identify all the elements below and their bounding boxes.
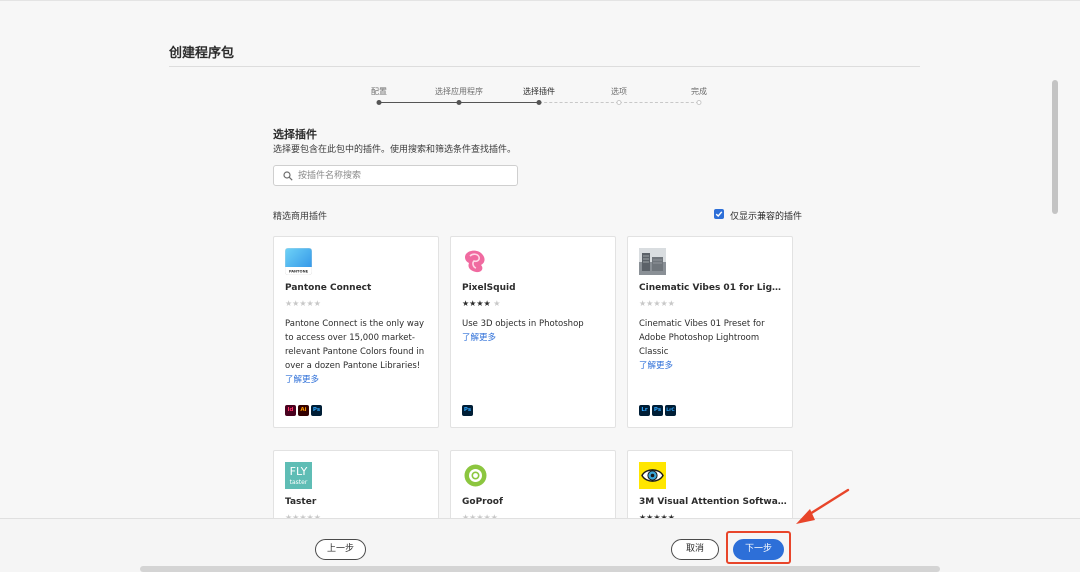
- pantone-logo-icon: PANTONE: [285, 248, 312, 275]
- fly-logo-text: FLY: [290, 465, 308, 478]
- plugin-card-cinematic-vibes[interactable]: Cinematic Vibes 01 for Lightr... ★★★★★ C…: [627, 236, 793, 428]
- featured-plugins-label: 精选商用插件: [273, 212, 328, 222]
- step-connector: [619, 102, 699, 103]
- plugin-description-text: Pantone Connect is the only way to acces…: [285, 319, 425, 371]
- learn-more-link[interactable]: 了解更多: [639, 359, 789, 373]
- learn-more-link[interactable]: 了解更多: [462, 331, 612, 345]
- indesign-icon: Id: [285, 405, 296, 416]
- step-label-config: 配置: [371, 87, 387, 96]
- annotation-arrow-icon: [796, 488, 850, 524]
- footer-shadow: [140, 566, 940, 572]
- compatible-only-label[interactable]: 仅显示兼容的插件: [730, 209, 802, 222]
- checkmark-icon: [715, 211, 723, 218]
- lightroom-classic-icon: LrC: [665, 405, 676, 416]
- step-connector: [379, 102, 459, 103]
- title-divider: [169, 66, 920, 67]
- fly-taster-logo-icon: FLY taster: [285, 462, 312, 489]
- step-label-options: 选项: [611, 87, 627, 96]
- plugin-name: 3M Visual Attention Software ...: [639, 497, 787, 507]
- plugin-name: Pantone Connect: [285, 283, 372, 293]
- illustrator-icon: Ai: [298, 405, 309, 416]
- rating-stars: ★★★★★: [285, 299, 321, 308]
- lightroom-icon: Lr: [639, 405, 650, 416]
- progress-stepper: 配置 选择应用程序 选择插件 选项 完成: [360, 86, 720, 110]
- photoshop-icon: Ps: [462, 405, 473, 416]
- plugin-description: Cinematic Vibes 01 Preset for Adobe Phot…: [639, 317, 789, 373]
- photoshop-icon: Ps: [652, 405, 663, 416]
- cinematic-vibes-thumbnail-icon: [639, 248, 666, 275]
- plugin-description: Pantone Connect is the only way to acces…: [285, 317, 435, 387]
- footer-bar: [0, 518, 1080, 572]
- plugin-description: Use 3D objects in Photoshop 了解更多: [462, 317, 612, 345]
- taster-logo-subtext: taster: [290, 479, 308, 486]
- photoshop-icon: Ps: [311, 405, 322, 416]
- search-icon: [283, 171, 293, 181]
- step-connector: [539, 102, 619, 103]
- vertical-scrollbar[interactable]: [1052, 80, 1058, 214]
- page-title: 创建程序包: [169, 46, 235, 61]
- annotation-highlight-box: [726, 531, 791, 564]
- supported-apps: Ps: [462, 405, 473, 416]
- rating-stars: ★★★★★: [639, 299, 675, 308]
- plugin-name: PixelSquid: [462, 283, 516, 293]
- supported-apps: Id Ai Ps: [285, 405, 322, 416]
- step-dot-finish: [696, 100, 702, 105]
- plugin-name: Cinematic Vibes 01 for Lightr...: [639, 283, 787, 293]
- plugin-card-pixelsquid[interactable]: PixelSquid ★★★★ ★ Use 3D objects in Phot…: [450, 236, 616, 428]
- window-top-border: [0, 0, 1080, 1]
- step-label-select-plugins: 选择插件: [523, 87, 555, 96]
- supported-apps: Lr Ps LrC: [639, 405, 676, 416]
- compatible-only-checkbox[interactable]: [714, 209, 724, 219]
- plugin-card-pantone[interactable]: PANTONE Pantone Connect ★★★★★ Pantone Co…: [273, 236, 439, 428]
- plugin-description-text: Cinematic Vibes 01 Preset for Adobe Phot…: [639, 319, 765, 357]
- step-label-select-apps: 选择应用程序: [435, 87, 483, 96]
- back-button[interactable]: 上一步: [315, 539, 366, 560]
- step-dot-select-apps: [456, 100, 462, 105]
- search-box[interactable]: [273, 165, 518, 186]
- step-label-finish: 完成: [691, 87, 707, 96]
- plugin-name: Taster: [285, 497, 317, 507]
- goproof-logo-icon: [464, 464, 487, 487]
- search-input[interactable]: [298, 168, 513, 183]
- step-dot-select-plugins: [536, 100, 542, 105]
- cancel-button[interactable]: 取消: [671, 539, 719, 560]
- plugin-description-text: Use 3D objects in Photoshop: [462, 319, 584, 329]
- plugin-name: GoProof: [462, 497, 503, 507]
- learn-more-link[interactable]: 了解更多: [285, 373, 435, 387]
- eye-logo-icon: [639, 462, 666, 489]
- step-dot-options: [616, 100, 622, 105]
- section-description: 选择要包含在此包中的插件。使用搜索和筛选条件查找插件。: [273, 145, 517, 155]
- step-connector: [459, 102, 539, 103]
- rating-stars: ★★★★ ★: [462, 299, 501, 308]
- pantone-logo-text: PANTONE: [289, 270, 309, 274]
- step-dot-config: [376, 100, 382, 105]
- section-title: 选择插件: [273, 128, 317, 141]
- pixelsquid-logo-icon: [465, 250, 485, 273]
